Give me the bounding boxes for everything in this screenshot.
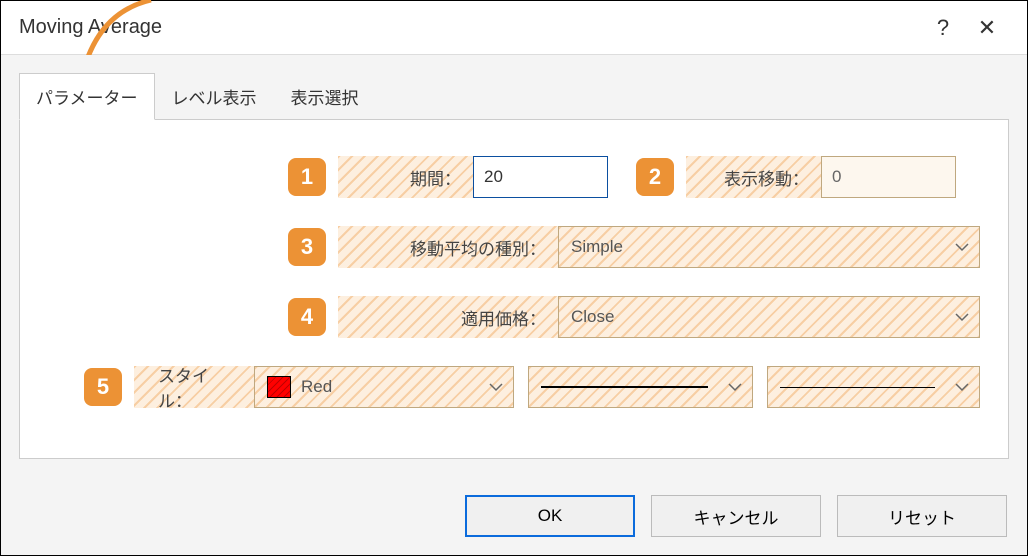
panel-parameters: 1 期間： 20 2 表示移動： 0 3 移動平均の種別： Simple (19, 119, 1009, 459)
select-line-style[interactable] (528, 366, 753, 408)
select-method[interactable]: Simple (558, 226, 980, 268)
chevron-down-icon (489, 382, 503, 392)
dialog-window: Moving Average ? ✕ パラメーター レベル表示 表示選択 1 期… (0, 0, 1028, 556)
label-period: 期間： (338, 156, 473, 198)
titlebar: Moving Average ? ✕ (1, 1, 1027, 55)
label-shift: 表示移動： (686, 156, 821, 198)
input-shift[interactable]: 0 (821, 156, 956, 198)
select-apply-to[interactable]: Close (558, 296, 980, 338)
line-style-sample-icon (541, 386, 708, 388)
select-apply-to-value: Close (571, 307, 614, 327)
badge-3: 3 (288, 228, 326, 266)
select-color[interactable]: Red (254, 366, 514, 408)
help-button[interactable]: ? (921, 15, 965, 41)
select-method-value: Simple (571, 237, 623, 257)
row-method: 3 移動平均の種別： Simple (48, 226, 980, 268)
badge-1: 1 (288, 158, 326, 196)
row-apply-to: 4 適用価格： Close (48, 296, 980, 338)
window-title: Moving Average (19, 16, 921, 39)
input-period[interactable]: 20 (473, 156, 608, 198)
dialog-body: パラメーター レベル表示 表示選択 1 期間： 20 2 表示移動： 0 3 移… (1, 55, 1027, 555)
select-line-width[interactable] (767, 366, 980, 408)
tab-levels[interactable]: レベル表示 (155, 73, 274, 119)
tabs: パラメーター レベル表示 表示選択 (19, 73, 1009, 119)
color-swatch-icon (267, 376, 291, 398)
chevron-down-icon (955, 242, 969, 252)
badge-5: 5 (84, 368, 122, 406)
ok-button[interactable]: OK (465, 495, 635, 537)
label-method: 移動平均の種別： (338, 226, 558, 268)
row-style: 5 スタイル： Red (48, 366, 980, 408)
tab-visualization[interactable]: 表示選択 (274, 73, 376, 119)
badge-2: 2 (636, 158, 674, 196)
button-bar: OK キャンセル リセット (465, 495, 1007, 537)
close-button[interactable]: ✕ (965, 15, 1009, 41)
row-period-shift: 1 期間： 20 2 表示移動： 0 (48, 156, 980, 198)
line-width-sample-icon (780, 387, 935, 388)
label-apply-to: 適用価格： (338, 296, 558, 338)
tab-parameters[interactable]: パラメーター (19, 73, 155, 120)
badge-4: 4 (288, 298, 326, 336)
chevron-down-icon (728, 382, 742, 392)
chevron-down-icon (955, 382, 969, 392)
label-style: スタイル： (134, 366, 254, 408)
select-color-value: Red (301, 377, 332, 397)
chevron-down-icon (955, 312, 969, 322)
cancel-button[interactable]: キャンセル (651, 495, 821, 537)
reset-button[interactable]: リセット (837, 495, 1007, 537)
